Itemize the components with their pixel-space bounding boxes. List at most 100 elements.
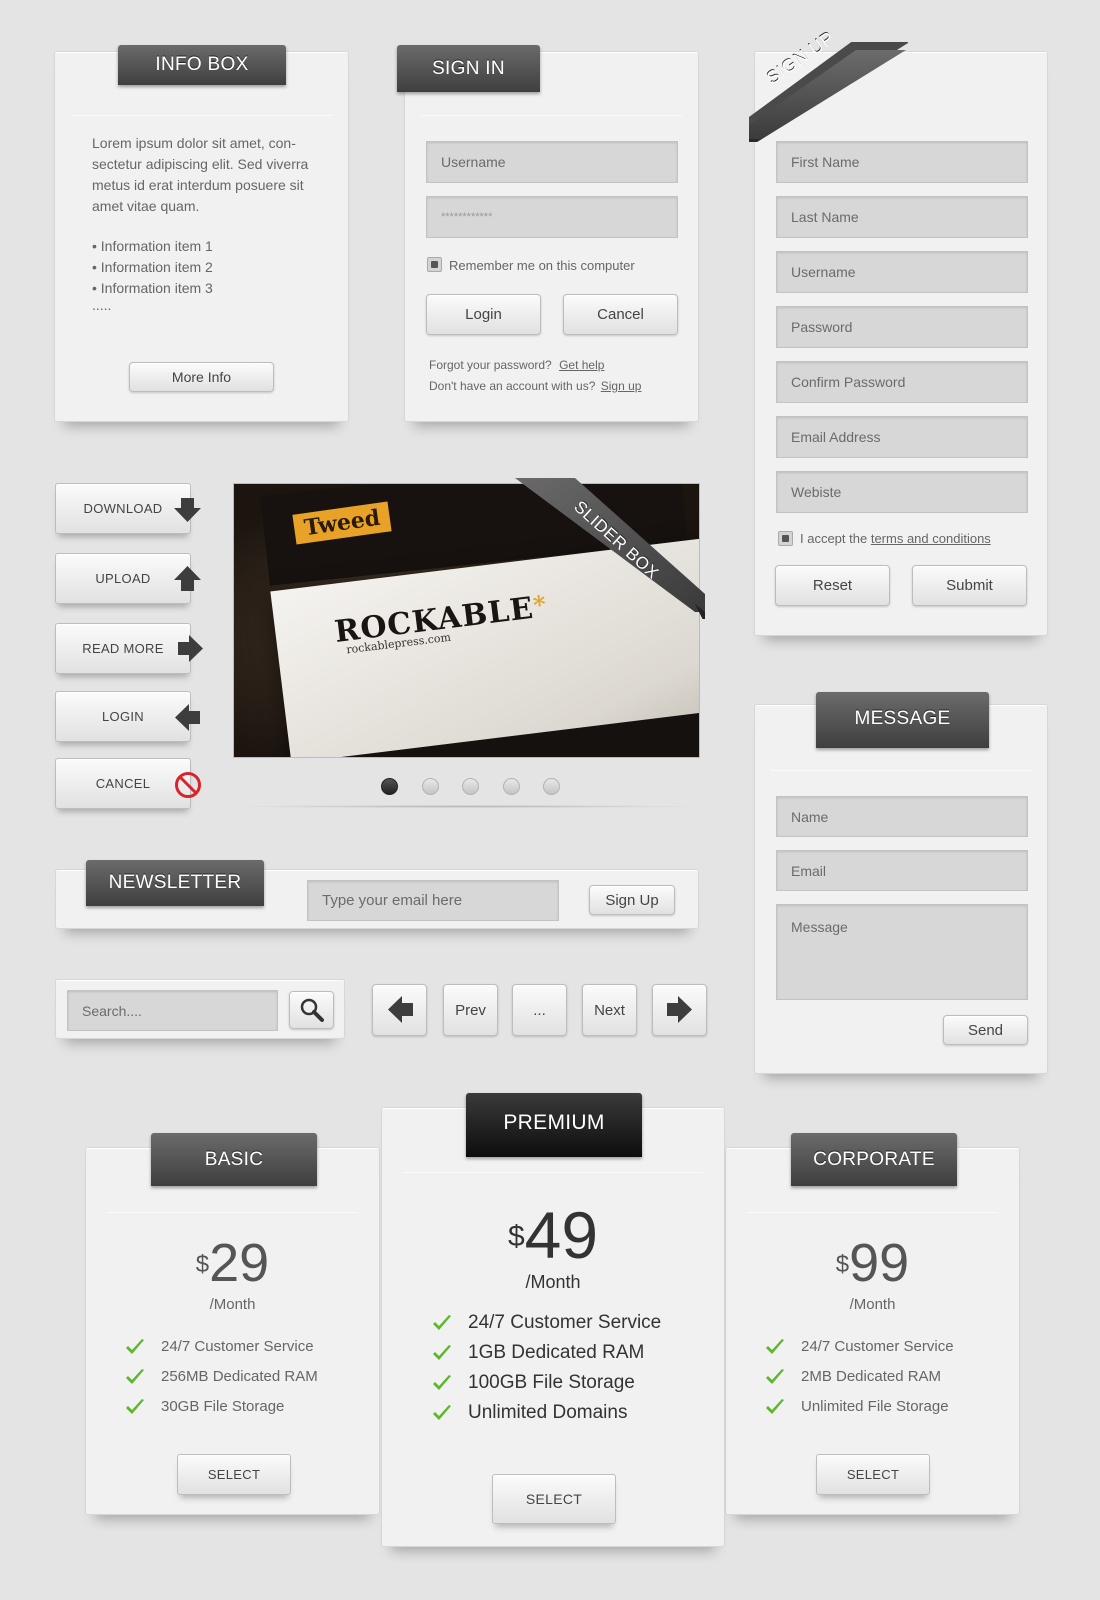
message-name-field[interactable]: Name — [776, 796, 1028, 837]
login-button[interactable]: Login — [426, 294, 541, 335]
accept-terms-checkbox[interactable] — [778, 531, 793, 546]
feature-label: Unlimited File Storage — [801, 1398, 949, 1415]
get-help-link[interactable]: Get help — [559, 358, 604, 372]
list-ellipsis: ..... — [92, 297, 112, 313]
slider-dot-4[interactable] — [503, 778, 520, 795]
right-arrow-icon — [666, 996, 692, 1023]
pricing-premium-title: PREMIUM — [466, 1093, 642, 1157]
reset-button[interactable]: Reset — [775, 565, 890, 606]
info-box-panel: Lorem ipsum dolor sit amet, con- sectetu… — [54, 51, 349, 422]
info-text-line: sectetur adipiscing elit. Sed viverra — [92, 156, 309, 172]
message-title: MESSAGE — [816, 692, 989, 748]
submit-button[interactable]: Submit — [912, 565, 1027, 606]
right-arrow-icon — [178, 635, 203, 662]
price-amount: 29 — [209, 1233, 270, 1293]
download-arrow-icon — [174, 498, 201, 522]
pricing-premium-period: /Month — [525, 1272, 581, 1292]
price-amount: 49 — [524, 1198, 599, 1272]
price-amount: 99 — [849, 1233, 910, 1293]
check-icon — [126, 1399, 144, 1414]
sign-in-panel: Username ************ Remember me on thi… — [404, 51, 699, 422]
read-more-button[interactable]: READ MORE — [55, 623, 191, 674]
slider-dot-2[interactable] — [422, 778, 439, 795]
pricing-corporate-title: CORPORATE — [791, 1133, 957, 1186]
pricing-basic-divider — [107, 1212, 358, 1213]
message-panel: Name Email Message Send — [754, 704, 1048, 1074]
pricing-basic-period: /Month — [209, 1296, 256, 1313]
more-info-button[interactable]: More Info — [129, 362, 274, 392]
pricing-corporate-features: 24/7 Customer Service 2MB Dedicated RAM … — [765, 1332, 954, 1422]
search-panel: Search.... — [55, 979, 345, 1039]
login-action-label: LOGIN — [102, 709, 144, 724]
cancel-action-label: CANCEL — [95, 776, 151, 791]
list-item: • Information item 2 — [92, 259, 213, 275]
last-name-field[interactable]: Last Name — [776, 196, 1028, 238]
feature-item: 256MB Dedicated RAM — [125, 1362, 318, 1392]
feature-label: 24/7 Customer Service — [161, 1338, 314, 1355]
pricing-basic-price: $29 — [86, 1234, 379, 1292]
first-name-field[interactable]: First Name — [776, 141, 1028, 183]
feature-label: 24/7 Customer Service — [468, 1312, 662, 1333]
select-corporate-button[interactable]: SELECT — [816, 1454, 930, 1495]
info-text-line: metus id erat interdum posuere sit — [92, 177, 304, 193]
signup-password-field[interactable]: Password — [776, 306, 1028, 348]
pricing-premium-price: $49 — [382, 1200, 724, 1270]
message-email-field[interactable]: Email — [776, 850, 1028, 891]
cancel-action-button[interactable]: CANCEL — [55, 758, 191, 809]
website-field[interactable]: Webiste — [776, 471, 1028, 513]
email-address-field[interactable]: Email Address — [776, 416, 1028, 458]
terms-link[interactable]: terms and conditions — [871, 531, 991, 546]
feature-item: 2MB Dedicated RAM — [765, 1362, 954, 1392]
upload-label: UPLOAD — [95, 571, 151, 586]
feature-label: 2MB Dedicated RAM — [801, 1368, 942, 1385]
pricing-corporate-divider — [747, 1212, 998, 1213]
check-icon — [433, 1345, 451, 1360]
list-item: • Information item 3 — [92, 280, 213, 296]
slider-dot-1[interactable] — [381, 778, 398, 795]
sign-up-link[interactable]: Sign up — [601, 379, 642, 393]
currency-symbol: $ — [835, 1251, 850, 1278]
login-action-button[interactable]: LOGIN — [55, 691, 191, 742]
prev-arrow-button[interactable] — [372, 984, 427, 1036]
feature-item: 1GB Dedicated RAM — [432, 1338, 661, 1368]
select-basic-button[interactable]: SELECT — [177, 1454, 291, 1495]
pricing-corporate-price: $99 — [726, 1234, 1019, 1292]
next-button[interactable]: Next — [582, 984, 637, 1036]
read-more-label: READ MORE — [82, 641, 164, 656]
left-arrow-icon — [175, 704, 200, 731]
newsletter-signup-button[interactable]: Sign Up — [589, 885, 675, 915]
search-button[interactable] — [289, 991, 334, 1029]
feature-item: Unlimited Domains — [432, 1398, 661, 1428]
username-field[interactable]: Username — [426, 141, 678, 183]
slider-dot-5[interactable] — [543, 778, 560, 795]
feature-item: 24/7 Customer Service — [765, 1332, 954, 1362]
slider-dot-3[interactable] — [462, 778, 479, 795]
select-premium-button[interactable]: SELECT — [492, 1474, 616, 1524]
pricing-premium-features: 24/7 Customer Service 1GB Dedicated RAM … — [432, 1308, 661, 1428]
newsletter-title: NEWSLETTER — [86, 860, 264, 906]
signup-username-field[interactable]: Username — [776, 251, 1028, 293]
send-button[interactable]: Send — [943, 1015, 1028, 1045]
message-divider — [771, 770, 1031, 771]
forgot-password-text: Forgot your password? — [429, 358, 552, 372]
next-arrow-button[interactable] — [652, 984, 707, 1036]
confirm-password-field[interactable]: Confirm Password — [776, 361, 1028, 403]
pagination-ellipsis-button[interactable]: ... — [512, 984, 567, 1036]
upload-arrow-icon — [174, 566, 201, 591]
accept-terms-text: I accept the — [800, 531, 868, 546]
cancel-button[interactable]: Cancel — [563, 294, 678, 335]
pricing-basic-panel: $29 /Month 24/7 Customer Service 256MB D… — [85, 1147, 380, 1515]
pricing-premium-panel: $49 /Month 24/7 Customer Service 1GB Ded… — [381, 1107, 725, 1547]
remember-checkbox[interactable] — [427, 257, 442, 272]
password-field[interactable]: ************ — [426, 196, 678, 238]
download-label: DOWNLOAD — [83, 501, 163, 516]
pricing-basic-features: 24/7 Customer Service 256MB Dedicated RA… — [125, 1332, 318, 1422]
upload-button[interactable]: UPLOAD — [55, 553, 191, 604]
search-input[interactable]: Search.... — [67, 990, 278, 1031]
message-textarea[interactable]: Message — [776, 904, 1028, 1000]
download-button[interactable]: DOWNLOAD — [55, 483, 191, 534]
newsletter-email-field[interactable]: Type your email here — [307, 880, 559, 921]
feature-item: 24/7 Customer Service — [432, 1308, 661, 1338]
prev-button[interactable]: Prev — [443, 984, 498, 1036]
cancel-icon — [175, 772, 201, 798]
